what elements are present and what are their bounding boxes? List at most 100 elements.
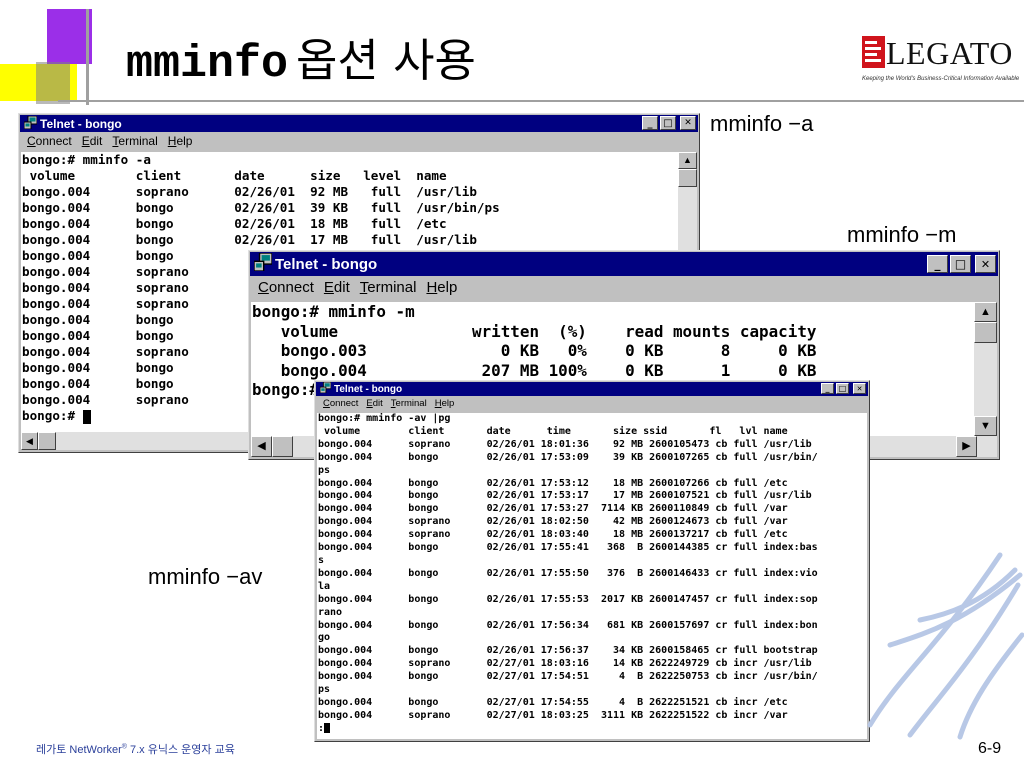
menu-terminal[interactable]: Terminal xyxy=(360,279,417,299)
close-button[interactable]: ✕ xyxy=(680,116,696,130)
window-titlebar[interactable]: Telnet - bongo _ □ ✕ xyxy=(250,252,998,276)
page-number: 6-9 xyxy=(978,740,1002,757)
terminal-line: volume client date size level name xyxy=(22,168,447,183)
maximize-button[interactable]: □ xyxy=(950,255,971,273)
footer-course-title: 레가토 NetWorker® 7.x 유닉스 운영자 교육 xyxy=(36,743,235,756)
label-mminfo-m: mminfo −m xyxy=(847,222,957,247)
decor-gray-square xyxy=(36,62,70,104)
terminal-line: volume written (%) read mounts capacity xyxy=(252,321,817,341)
telnet-window-av[interactable]: Telnet - bongo _ □ ✕ Connect Edit Termin… xyxy=(314,380,870,742)
menu-connect[interactable]: Connect xyxy=(27,134,72,150)
terminal-line: go xyxy=(318,632,331,644)
minimize-button[interactable]: _ xyxy=(927,255,948,273)
legato-logo: LEGATO Keeping the World's Business-Crit… xyxy=(862,35,1020,88)
maximize-button[interactable]: □ xyxy=(836,383,849,394)
terminal-line: bongo.004 bongo 02/26/01 17:55:50 376 B … xyxy=(318,567,818,579)
scroll-down-button[interactable]: ▼ xyxy=(974,416,997,436)
terminal-line: bongo.004 soprano 02/27/01 18:03:16 14 K… xyxy=(318,658,812,670)
window-title: Telnet - bongo xyxy=(334,383,403,395)
decor-swirl xyxy=(867,552,1024,740)
terminal-line: bongo.004 bongo 02/26/01 18 MB full /etc xyxy=(22,216,447,231)
terminal-line: ps xyxy=(318,464,331,476)
maximize-button[interactable]: □ xyxy=(660,116,676,130)
menu-bar: Connect Edit Terminal Help xyxy=(250,279,998,299)
terminal-text: bongo:# mminfo -av |pg volume client dat… xyxy=(317,413,867,736)
terminal-output[interactable]: bongo:# mminfo -av |pg volume client dat… xyxy=(317,413,867,739)
menu-terminal[interactable]: Terminal xyxy=(112,134,157,150)
terminal-line: bongo.004 bongo 02/26/01 17:53:17 17 MB … xyxy=(318,490,812,502)
logo-wordmark: LEGATO xyxy=(886,35,1013,71)
window-title: Telnet - bongo xyxy=(40,116,122,131)
menu-edit[interactable]: Edit xyxy=(366,398,382,411)
terminal-line: bongo.004 soprano 02/26/01 92 MB full /u… xyxy=(22,184,477,199)
decor-horizontal-line xyxy=(58,100,1024,102)
terminal-line: bongo:# mminfo -m xyxy=(252,302,415,321)
label-mminfo-a: mminfo −a xyxy=(710,111,814,136)
terminal-line: bongo:# mminfo -a xyxy=(22,152,151,167)
scroll-thumb-horizontal[interactable] xyxy=(38,432,56,450)
menu-edit[interactable]: Edit xyxy=(82,134,103,150)
menu-bar: Connect Edit Terminal Help xyxy=(316,398,868,411)
menu-help[interactable]: Help xyxy=(426,279,457,299)
label-mminfo-av: mminfo −av xyxy=(148,564,263,589)
scroll-thumb[interactable] xyxy=(974,322,997,343)
terminal-line: bongo.004 207 MB 100% 0 KB 1 0 KB xyxy=(252,360,817,380)
terminal-line: bongo.004 bongo 02/26/01 17:56:34 681 KB… xyxy=(318,619,818,631)
menu-connect[interactable]: Connect xyxy=(323,398,358,411)
scroll-thumb[interactable] xyxy=(678,169,697,187)
menu-help[interactable]: Help xyxy=(435,398,455,411)
terminal-line: bongo.004 bongo 02/27/01 17:54:51 4 B 26… xyxy=(318,671,818,683)
terminal-line: bongo.004 soprano 02/26/01 18:03:40 18 M… xyxy=(318,529,788,541)
minimize-button[interactable]: _ xyxy=(821,383,834,394)
close-button[interactable]: ✕ xyxy=(853,383,866,394)
telnet-icon xyxy=(253,252,273,275)
terminal-line: bongo.004 bongo 02/26/01 17:53:27 7114 K… xyxy=(318,503,788,515)
slide-title-command: mminfo xyxy=(126,39,289,90)
text-cursor xyxy=(324,722,331,733)
terminal-line: bongo.004 bongo 02/26/01 17:55:53 2017 K… xyxy=(318,593,818,605)
vertical-scrollbar[interactable]: ▲ ▼ xyxy=(974,302,997,436)
terminal-line: bongo.004 bongo 02/26/01 39 KB full /usr… xyxy=(22,200,500,215)
telnet-icon xyxy=(23,115,38,132)
slide-title: mminfo 옵션 사용 xyxy=(126,24,476,90)
terminal-line: bongo.004 bongo 02/27/01 17:54:55 4 B 26… xyxy=(318,696,788,708)
legato-mark-icon xyxy=(862,36,885,68)
scroll-right-button[interactable]: ▶ xyxy=(956,436,977,457)
minimize-button[interactable]: _ xyxy=(642,116,658,130)
menu-connect[interactable]: Connect xyxy=(258,279,314,299)
terminal-line: bongo.004 bongo 02/26/01 17:55:41 368 B … xyxy=(318,542,818,554)
terminal-line: s xyxy=(318,554,325,566)
window-titlebar[interactable]: Telnet - bongo _ □ ✕ xyxy=(316,381,868,396)
terminal-line: bongo.004 soprano 02/26/01 18:01:36 92 M… xyxy=(318,438,812,450)
scroll-up-button[interactable]: ▲ xyxy=(974,302,997,322)
window-title: Telnet - bongo xyxy=(275,255,378,273)
slide-title-text: 옵션 사용 xyxy=(296,34,476,87)
scroll-up-button[interactable]: ▲ xyxy=(678,152,697,169)
scroll-left-button[interactable]: ◀ xyxy=(251,436,272,457)
terminal-line: bongo.004 bongo 02/26/01 17 MB full /usr… xyxy=(22,232,477,247)
window-titlebar[interactable]: Telnet - bongo _ □ ✕ xyxy=(20,115,698,132)
scroll-left-button[interactable]: ◀ xyxy=(21,432,38,450)
menu-help[interactable]: Help xyxy=(168,134,193,150)
text-cursor xyxy=(82,409,91,424)
menu-bar: Connect Edit Terminal Help xyxy=(20,134,698,150)
terminal-line: bongo.004 soprano 02/26/01 18:02:50 42 M… xyxy=(318,516,788,528)
terminal-line: bongo.004 bongo 02/26/01 17:53:12 18 MB … xyxy=(318,477,788,489)
scroll-thumb-horizontal[interactable] xyxy=(272,436,293,457)
terminal-line: rano xyxy=(318,606,343,618)
logo-tagline: Keeping the World's Business-Critical In… xyxy=(862,76,1020,82)
terminal-line: ps xyxy=(318,684,331,696)
terminal-line: volume client date time size ssid fl lvl… xyxy=(318,425,788,437)
terminal-line: bongo:# mminfo -av |pg xyxy=(318,413,451,424)
terminal-prompt: : xyxy=(318,722,867,736)
terminal-line: bongo.004 bongo 02/26/01 17:53:09 39 KB … xyxy=(318,451,818,463)
terminal-line: la xyxy=(318,580,331,592)
menu-edit[interactable]: Edit xyxy=(324,279,350,299)
telnet-icon xyxy=(319,381,332,396)
terminal-line: bongo.004 bongo 02/26/01 17:56:37 34 KB … xyxy=(318,645,818,657)
decor-vertical-line xyxy=(86,9,89,105)
terminal-line: bongo.003 0 KB 0% 0 KB 8 0 KB xyxy=(252,341,817,360)
terminal-line: bongo.004 soprano 02/27/01 18:03:25 3111… xyxy=(318,709,788,721)
close-button[interactable]: ✕ xyxy=(975,255,996,273)
menu-terminal[interactable]: Terminal xyxy=(391,398,427,411)
